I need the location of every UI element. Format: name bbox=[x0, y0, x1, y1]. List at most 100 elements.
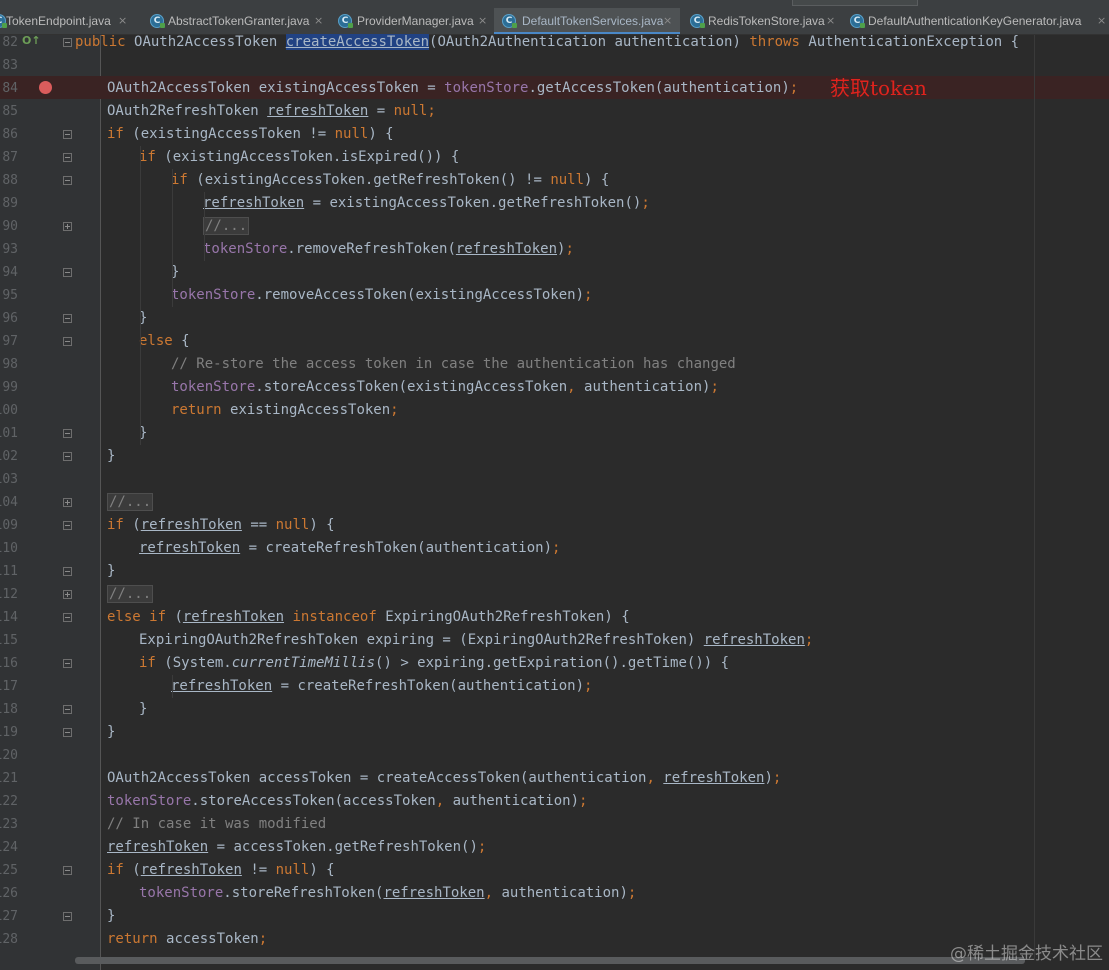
code-token: ; bbox=[772, 770, 782, 786]
collapse-fold-icon[interactable] bbox=[63, 567, 72, 576]
line-number: 99 bbox=[2, 380, 18, 395]
code-line[interactable]: 88 if (existingAccessToken.getRefreshToke… bbox=[0, 169, 1034, 192]
code-line[interactable]: 102} bbox=[0, 445, 1034, 468]
code-line[interactable]: 82 public OAuth2AccessToken createAccessT… bbox=[0, 31, 1034, 54]
code-line[interactable]: 111} bbox=[0, 560, 1034, 583]
code-line[interactable]: 117 refreshToken = createRefreshToken(aut… bbox=[0, 675, 1034, 698]
code-line[interactable]: 97 else { bbox=[0, 330, 1034, 353]
collapse-fold-icon[interactable] bbox=[63, 153, 72, 162]
code-line[interactable]: 109 if (refreshToken == null) { bbox=[0, 514, 1034, 537]
folded-region[interactable]: //... bbox=[203, 217, 250, 235]
code-line[interactable]: 87 if (existingAccessToken.isExpired()) { bbox=[0, 146, 1034, 169]
code-line[interactable]: 121 OAuth2AccessToken accessToken = creat… bbox=[0, 767, 1034, 790]
collapse-fold-icon[interactable] bbox=[63, 659, 72, 668]
code-line[interactable]: 94} bbox=[0, 261, 1034, 284]
code-line[interactable]: 118} bbox=[0, 698, 1034, 721]
override-gutter-icon[interactable]: O↑ bbox=[22, 35, 41, 47]
line-number: 124 bbox=[0, 840, 18, 855]
code-line[interactable]: 98 // Re-store the access token in case t… bbox=[0, 353, 1034, 376]
code-token: ; bbox=[390, 402, 399, 418]
code-line[interactable]: 124 refreshToken = accessToken.getRefresh… bbox=[0, 836, 1034, 859]
code-editor[interactable]: 82 public OAuth2AccessToken createAccessT… bbox=[0, 31, 1109, 966]
line-number: 123 bbox=[0, 817, 18, 832]
collapse-fold-icon[interactable] bbox=[63, 176, 72, 185]
code-token: , bbox=[435, 793, 453, 809]
code-token: else if bbox=[107, 609, 175, 625]
collapse-fold-icon[interactable] bbox=[63, 521, 72, 530]
code-token: ExpiringOAuth2RefreshToken) { bbox=[385, 609, 630, 625]
code-token: instanceof bbox=[292, 609, 386, 625]
code-token: OAuth2RefreshToken bbox=[107, 103, 268, 119]
code-token: = createRefreshToken(authentication) bbox=[240, 540, 553, 556]
folded-region[interactable]: //... bbox=[107, 585, 154, 603]
code-line[interactable]: 89 refreshToken = existingAccessToken.get… bbox=[0, 192, 1034, 215]
code-token: (existingAccessToken != bbox=[132, 126, 335, 142]
code-line[interactable]: 125 if (refreshToken != null) { bbox=[0, 859, 1034, 882]
expand-fold-icon[interactable] bbox=[63, 222, 72, 231]
collapse-fold-icon[interactable] bbox=[63, 130, 72, 139]
code-line[interactable]: 83 bbox=[0, 54, 1034, 77]
collapse-fold-icon[interactable] bbox=[63, 912, 72, 921]
collapse-fold-icon[interactable] bbox=[63, 705, 72, 714]
code-token: if bbox=[107, 517, 133, 533]
code-line[interactable]: 116 if (System.currentTimeMillis() > expi… bbox=[0, 652, 1034, 675]
code-line[interactable]: 112 //... bbox=[0, 583, 1034, 606]
code-token: currentTimeMillis bbox=[231, 655, 376, 671]
collapse-fold-icon[interactable] bbox=[63, 728, 72, 737]
line-number: 122 bbox=[0, 794, 18, 809]
code-text: tokenStore.removeRefreshToken(refreshTok… bbox=[203, 238, 574, 261]
folded-region[interactable]: //... bbox=[107, 493, 154, 511]
code-line[interactable]: 99 tokenStore.storeAccessToken(existingAc… bbox=[0, 376, 1034, 399]
code-token: .getAccessToken(authentication) bbox=[528, 80, 790, 96]
code-line[interactable]: 96} bbox=[0, 307, 1034, 330]
collapse-fold-icon[interactable] bbox=[63, 38, 72, 47]
code-token: refreshToken bbox=[455, 241, 558, 257]
code-line[interactable]: 122 tokenStore.storeAccessToken(accessTok… bbox=[0, 790, 1034, 813]
code-line[interactable]: 120 bbox=[0, 744, 1034, 767]
java-class-icon bbox=[150, 14, 165, 28]
code-line[interactable]: 86 if (existingAccessToken != null) { bbox=[0, 123, 1034, 146]
code-text: OAuth2RefreshToken refreshToken = null; bbox=[107, 100, 436, 123]
code-token: ; bbox=[552, 540, 561, 556]
code-line[interactable]: 128 return accessToken; bbox=[0, 928, 1034, 951]
collapse-fold-icon[interactable] bbox=[63, 866, 72, 875]
line-number: 117 bbox=[0, 679, 18, 694]
code-line[interactable]: 85 OAuth2RefreshToken refreshToken = null… bbox=[0, 100, 1034, 123]
collapse-fold-icon[interactable] bbox=[63, 268, 72, 277]
expand-fold-icon[interactable] bbox=[63, 590, 72, 599]
breakpoint-icon[interactable] bbox=[39, 81, 52, 94]
line-number: 98 bbox=[2, 357, 18, 372]
collapse-fold-icon[interactable] bbox=[63, 613, 72, 622]
code-line[interactable]: 103 bbox=[0, 468, 1034, 491]
line-number: 101 bbox=[0, 426, 18, 441]
code-line[interactable]: 114 else if (refreshToken instanceof Expi… bbox=[0, 606, 1034, 629]
code-line[interactable]: 127} bbox=[0, 905, 1034, 928]
code-line[interactable]: 93 tokenStore.removeRefreshToken(refreshT… bbox=[0, 238, 1034, 261]
code-line[interactable]: 104 //... bbox=[0, 491, 1034, 514]
collapse-fold-icon[interactable] bbox=[63, 337, 72, 346]
code-line[interactable]: 115 ExpiringOAuth2RefreshToken expiring =… bbox=[0, 629, 1034, 652]
code-line[interactable]: 90 //... bbox=[0, 215, 1034, 238]
code-line[interactable]: 110 refreshToken = createRefreshToken(aut… bbox=[0, 537, 1034, 560]
code-token: null bbox=[550, 172, 585, 188]
code-text: ExpiringOAuth2RefreshToken expiring = (E… bbox=[139, 629, 813, 652]
horizontal-scrollbar[interactable] bbox=[75, 957, 1025, 964]
collapse-fold-icon[interactable] bbox=[63, 429, 72, 438]
code-line[interactable]: 123 // In case it was modified bbox=[0, 813, 1034, 836]
code-text: OAuth2AccessToken accessToken = createAc… bbox=[107, 767, 781, 790]
collapse-fold-icon[interactable] bbox=[63, 452, 72, 461]
code-line[interactable]: 100 return existingAccessToken; bbox=[0, 399, 1034, 422]
expand-fold-icon[interactable] bbox=[63, 498, 72, 507]
code-line[interactable]: 126 tokenStore.storeRefreshToken(refreshT… bbox=[0, 882, 1034, 905]
run-config-selector[interactable] bbox=[792, 0, 918, 6]
line-number: 109 bbox=[0, 518, 18, 533]
code-token: refreshToken bbox=[140, 517, 242, 533]
code-line[interactable]: 119} bbox=[0, 721, 1034, 744]
code-line[interactable]: 95 tokenStore.removeAccessToken(existingA… bbox=[0, 284, 1034, 307]
code-token: ( bbox=[132, 517, 141, 533]
code-token: if bbox=[139, 149, 165, 165]
code-text: refreshToken = createRefreshToken(authen… bbox=[139, 537, 560, 560]
collapse-fold-icon[interactable] bbox=[63, 314, 72, 323]
code-token: } bbox=[107, 448, 116, 464]
code-line[interactable]: 101} bbox=[0, 422, 1034, 445]
